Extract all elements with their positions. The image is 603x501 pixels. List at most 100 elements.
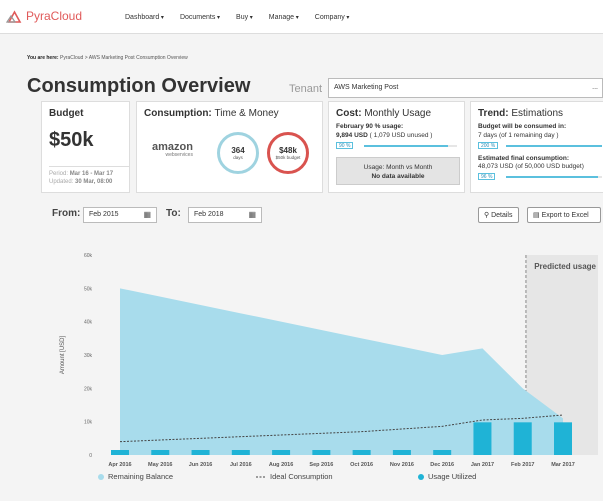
consumption-title: Consumption: Time & Money	[137, 102, 322, 119]
trend-lines-2: Estimated final consumption: 48,073 USD …	[471, 149, 603, 173]
x-tick-label: Jun 2016	[189, 462, 213, 468]
nav-company[interactable]: Company	[315, 14, 350, 21]
aws-logo-sub: webservices	[165, 152, 193, 158]
cost-title-bold: Cost:	[336, 108, 362, 119]
updated-label: Updated:	[49, 178, 74, 185]
x-tick-label: Sep 2016	[309, 462, 333, 468]
cost-lines: February 90 % usage: 9,894 USD ( 1,079 U…	[329, 119, 464, 141]
trend-line4: 48,073 USD (of 50,000 USD budget)	[478, 163, 584, 171]
trend-progress1-fill	[506, 144, 602, 147]
x-tick-label: Aug 2016	[269, 462, 293, 468]
y-tick-label: 40k	[84, 320, 93, 326]
period-label: Period:	[49, 171, 69, 177]
trend-card: Trend: Estimations Budget will be consum…	[470, 101, 603, 193]
cost-title: Cost: Monthly Usage	[329, 102, 464, 119]
month-compare-box: Usage: Month vs Month No data available	[336, 157, 460, 185]
legend-usage-label: Usage Utilized	[428, 472, 476, 481]
usage-bar	[191, 450, 210, 455]
legend-usage-marker	[418, 474, 424, 480]
days-value: 364	[231, 146, 245, 155]
trend-line2: 7 days (of 1 remaining day )	[478, 131, 559, 139]
from-date-value: Feb 2015	[89, 211, 119, 218]
app-name: PyraCloud	[26, 9, 83, 23]
tenant-label: Tenant	[289, 83, 323, 95]
x-tick-label: Dec 2016	[430, 462, 454, 468]
nodata-title: Usage: Month vs Month	[363, 164, 433, 171]
x-tick-label: May 2016	[148, 462, 172, 468]
to-date-value: Feb 2018	[194, 211, 224, 218]
x-tick-label: Feb 2017	[511, 462, 535, 468]
predicted-usage-label: Predicted usage	[534, 262, 596, 271]
y-tick-label: 60k	[84, 253, 93, 259]
cost-progress: 90 %	[336, 141, 457, 149]
budget-title: Budget	[49, 108, 84, 119]
page-title: Consumption Overview	[27, 75, 251, 97]
trend-progress2-track	[506, 176, 602, 179]
calendar-icon[interactable]: ▦	[143, 210, 151, 219]
cost-card: Cost: Monthly Usage February 90 % usage:…	[328, 101, 465, 193]
cloud-logo-icon	[6, 9, 22, 23]
aws-logo: amazon webservices	[152, 142, 193, 158]
y-tick-label: 30k	[84, 353, 93, 359]
details-label: Details	[491, 212, 513, 219]
trend-progress2-fill	[506, 176, 599, 179]
trend-progress2-label: 96 %	[478, 173, 496, 181]
export-excel-button[interactable]: ▤ Export to Excel	[527, 207, 601, 223]
nav-dashboard[interactable]: Dashboard	[125, 14, 164, 21]
y-tick-label: 10k	[84, 420, 93, 426]
trend-progress1-label: 200 %	[478, 141, 499, 149]
usage-bar	[312, 450, 331, 455]
days-ring: 364 days	[217, 132, 259, 174]
cost-progress-track	[364, 144, 457, 147]
usage-bar	[231, 450, 250, 455]
usage-bar	[554, 422, 572, 455]
breadcrumb: You are here: PyraCloud > AWS Marketing …	[27, 55, 188, 61]
money-label: $50k budget	[275, 155, 301, 160]
trend-title-bold: Trend:	[478, 108, 509, 119]
days-label: days	[233, 155, 243, 160]
legend-ideal-label: Ideal Consumption	[270, 472, 333, 481]
nav-documents[interactable]: Documents	[180, 14, 220, 21]
usage-bar	[473, 422, 492, 455]
y-tick-label: 0	[89, 453, 92, 459]
from-date-input[interactable]: Feb 2015 ▦	[83, 207, 157, 223]
cost-progress-fill	[364, 144, 448, 147]
consumption-chart: Predicted usage 0 10k 20k 30k 40k 50k 60k Amount…	[0, 230, 603, 496]
details-button[interactable]: ⚲ Details	[478, 207, 519, 223]
main-nav: Dashboard Documents Buy Manage Company	[125, 14, 349, 21]
breadcrumb-prefix: You are here:	[27, 55, 59, 61]
consumption-title-light: Time & Money	[214, 108, 279, 119]
to-date-input[interactable]: Feb 2018 ▦	[188, 207, 262, 223]
budget-card: Budget $50k Period: Mar 16 - Mar 17 Upda…	[41, 101, 130, 193]
trend-line1: Budget will be consumed in:	[478, 123, 567, 130]
cost-line1: February 90 % usage:	[336, 123, 404, 130]
trend-progress-2: 96 %	[478, 173, 602, 181]
period-value: Mar 16 - Mar 17	[69, 171, 114, 177]
trend-title: Trend: Estimations	[471, 102, 603, 119]
budget-period: Period: Mar 16 - Mar 17 Updated: 30 Mar,…	[49, 166, 129, 187]
usage-bar	[352, 450, 371, 455]
logo[interactable]: PyraCloud	[6, 9, 82, 23]
trend-lines-1: Budget will be consumed in: 7 days (of 1…	[471, 119, 603, 141]
usage-bar	[513, 422, 532, 455]
x-tick-label: Oct 2016	[350, 462, 373, 468]
y-tick-label: 20k	[84, 386, 93, 392]
legend-remaining-label: Remaining Balance	[108, 472, 173, 481]
trend-title-light: Estimations	[511, 108, 564, 119]
nav-manage[interactable]: Manage	[269, 14, 299, 21]
nav-buy[interactable]: Buy	[236, 14, 253, 21]
calendar-icon[interactable]: ▦	[248, 210, 256, 219]
legend-remaining-marker	[98, 474, 104, 480]
nodata-message: No data available	[371, 173, 425, 181]
y-axis-label: Amount [USD]	[60, 336, 66, 375]
tenant-select[interactable]: AWS Marketing Post ...	[328, 78, 603, 98]
usage-bar	[433, 450, 452, 455]
from-label: From:	[52, 208, 81, 219]
remaining-balance-area	[120, 288, 563, 455]
search-icon: ⚲	[484, 212, 490, 219]
breadcrumb-path[interactable]: PyraCloud > AWS Marketing Post Consumpti…	[60, 55, 188, 61]
excel-icon: ▤	[533, 212, 540, 219]
x-tick-label: Jan 2017	[471, 462, 494, 468]
cost-progress-label: 90 %	[336, 141, 354, 149]
budget-value: $50k	[49, 129, 94, 151]
